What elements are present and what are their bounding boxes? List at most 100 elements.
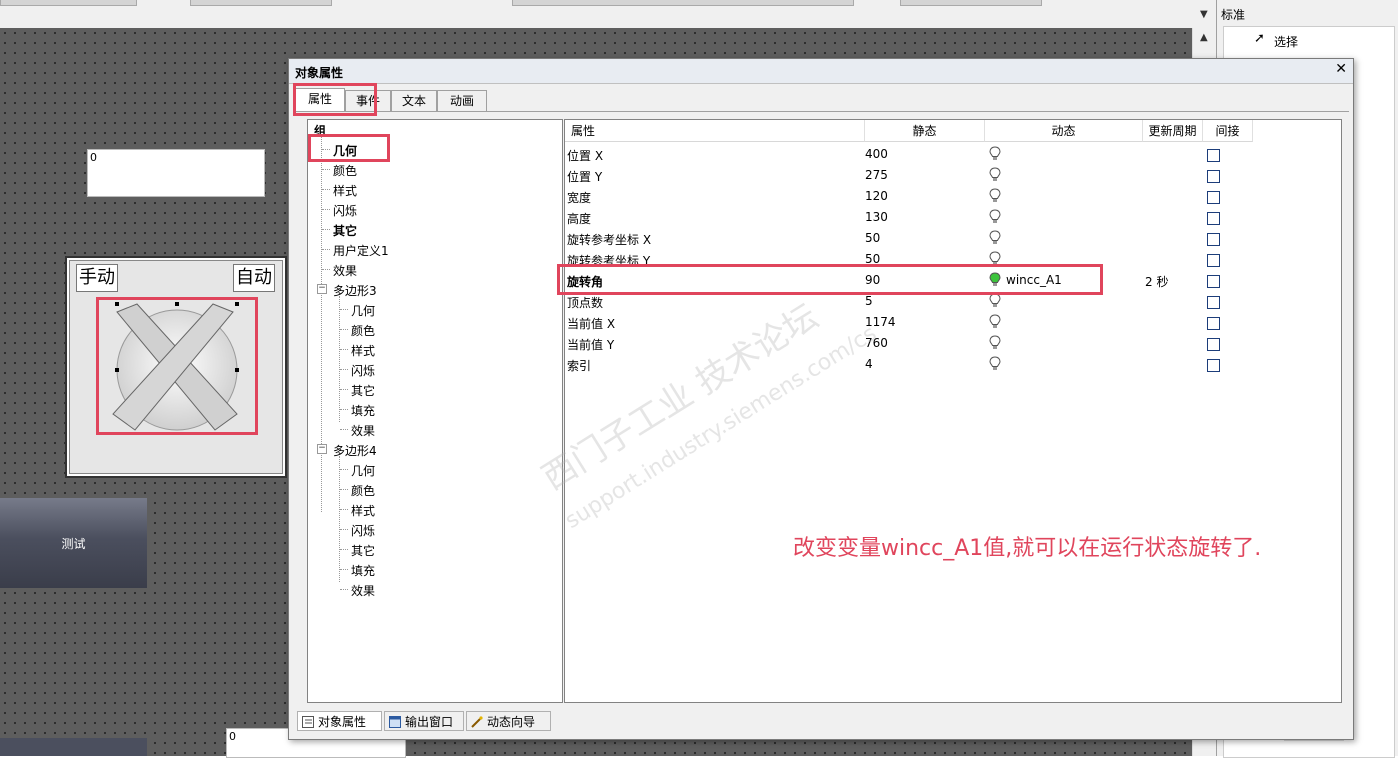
- indirect-checkbox[interactable]: [1207, 296, 1220, 309]
- tree-item-geometry[interactable]: 几何: [333, 142, 357, 159]
- tree-item-p4-style[interactable]: 样式: [351, 502, 375, 519]
- property-name[interactable]: 位置 X: [567, 147, 603, 164]
- static-value[interactable]: 50: [865, 252, 880, 266]
- property-name[interactable]: 索引: [567, 357, 591, 374]
- bulb-active-icon[interactable]: [989, 272, 1001, 288]
- tree-item-p3-geometry[interactable]: 几何: [351, 302, 375, 319]
- tree-item-p4-fill[interactable]: 填充: [351, 562, 375, 579]
- indirect-checkbox[interactable]: [1207, 191, 1220, 204]
- tree-item-p3-misc[interactable]: 其它: [351, 382, 375, 399]
- tree-item-p3-flash[interactable]: 闪烁: [351, 362, 375, 379]
- col-header-property[interactable]: 属性: [565, 120, 865, 142]
- tree-item-color[interactable]: 颜色: [333, 162, 357, 179]
- tree-item-p4-effects[interactable]: 效果: [351, 582, 375, 599]
- static-value[interactable]: 760: [865, 336, 888, 350]
- static-value[interactable]: 275: [865, 168, 888, 182]
- tree-item-p4-geometry[interactable]: 几何: [351, 462, 375, 479]
- static-value[interactable]: 120: [865, 189, 888, 203]
- static-value[interactable]: 90: [865, 273, 880, 287]
- tree-item-misc[interactable]: 其它: [333, 222, 357, 239]
- bulb-icon[interactable]: [989, 146, 1001, 162]
- tab-dynamic-wizard[interactable]: 动态向导: [466, 711, 551, 731]
- tree-item-p3-color[interactable]: 颜色: [351, 322, 375, 339]
- scroll-up-icon[interactable]: ▲: [1200, 32, 1208, 43]
- dropdown-arrow-icon[interactable]: ▼: [1200, 9, 1208, 20]
- tab-object-properties[interactable]: 对象属性: [297, 711, 382, 731]
- test-button[interactable]: 测试: [0, 498, 147, 588]
- indirect-checkbox[interactable]: [1207, 338, 1220, 351]
- indirect-checkbox[interactable]: [1207, 275, 1220, 288]
- static-value[interactable]: 5: [865, 294, 873, 308]
- update-cycle[interactable]: 2 秒: [1145, 273, 1168, 290]
- static-value[interactable]: 1174: [865, 315, 896, 329]
- static-value[interactable]: 400: [865, 147, 888, 161]
- property-name[interactable]: 宽度: [567, 189, 591, 206]
- bulb-icon[interactable]: [989, 230, 1001, 246]
- io-field-top[interactable]: 0: [87, 149, 265, 197]
- tree-item-style[interactable]: 样式: [333, 182, 357, 199]
- property-grid[interactable]: 属性 静态 动态 更新周期 间接 位置 X 400 位置 Y 275 宽度 120 高度 13…: [557, 119, 1342, 703]
- bulb-icon[interactable]: [989, 188, 1001, 204]
- top-tab-2[interactable]: [190, 0, 332, 6]
- indirect-checkbox[interactable]: [1207, 317, 1220, 330]
- static-value[interactable]: 130: [865, 210, 888, 224]
- tree-item-flash[interactable]: 闪烁: [333, 202, 357, 219]
- property-name[interactable]: 顶点数: [567, 294, 603, 311]
- tree-item-p4-color[interactable]: 颜色: [351, 482, 375, 499]
- tab-dynamic-wizard-label: 动态向导: [487, 715, 536, 729]
- property-name[interactable]: 高度: [567, 210, 591, 227]
- bottom-button[interactable]: [0, 738, 147, 756]
- tab-output-window[interactable]: 输出窗口: [384, 711, 464, 731]
- dynamic-tag[interactable]: wincc_A1: [1006, 273, 1062, 287]
- static-value[interactable]: 4: [865, 357, 873, 371]
- col-header-static[interactable]: 静态: [865, 120, 985, 142]
- indirect-checkbox[interactable]: [1207, 254, 1220, 267]
- valve-symbol-group[interactable]: 手动 自动: [65, 256, 287, 478]
- indirect-checkbox[interactable]: [1207, 233, 1220, 246]
- bulb-icon[interactable]: [989, 314, 1001, 330]
- bulb-icon[interactable]: [989, 251, 1001, 267]
- close-icon[interactable]: ✕: [1335, 61, 1347, 77]
- tree-root-group[interactable]: 组: [314, 122, 326, 139]
- dialog-titlebar[interactable]: 对象属性 ✕: [289, 59, 1353, 84]
- expand-polygon3-icon[interactable]: −: [317, 284, 327, 294]
- object-properties-dialog[interactable]: 对象属性 ✕ 属性 事件 文本 动画 组 几何 颜色 样式 闪烁 其它 用户定义…: [288, 58, 1354, 740]
- property-name[interactable]: 旋转参考坐标 X: [567, 231, 651, 248]
- bulb-icon[interactable]: [989, 335, 1001, 351]
- property-name[interactable]: 当前值 X: [567, 315, 615, 332]
- col-header-indirect[interactable]: 间接: [1203, 120, 1253, 142]
- indirect-checkbox[interactable]: [1207, 359, 1220, 372]
- bulb-icon[interactable]: [989, 209, 1001, 225]
- tree-item-p3-fill[interactable]: 填充: [351, 402, 375, 419]
- property-name[interactable]: 位置 Y: [567, 168, 602, 185]
- tab-properties[interactable]: 属性: [295, 88, 345, 111]
- property-name[interactable]: 当前值 Y: [567, 336, 614, 353]
- col-header-update-cycle[interactable]: 更新周期: [1143, 120, 1203, 142]
- tree-item-p4-flash[interactable]: 闪烁: [351, 522, 375, 539]
- tree-item-effects[interactable]: 效果: [333, 262, 357, 279]
- col-header-dynamic[interactable]: 动态: [985, 120, 1143, 142]
- tree-item-p3-style[interactable]: 样式: [351, 342, 375, 359]
- top-tab-3[interactable]: [512, 0, 854, 6]
- static-value[interactable]: 50: [865, 231, 880, 245]
- bulb-icon[interactable]: [989, 356, 1001, 372]
- expand-polygon4-icon[interactable]: −: [317, 444, 327, 454]
- tab-events[interactable]: 事件: [345, 90, 391, 111]
- property-tree[interactable]: 组 几何 颜色 样式 闪烁 其它 用户定义1 效果 − 多边形3 几何 颜色 样…: [307, 119, 563, 703]
- bulb-icon[interactable]: [989, 293, 1001, 309]
- indirect-checkbox[interactable]: [1207, 149, 1220, 162]
- indirect-checkbox[interactable]: [1207, 212, 1220, 225]
- tree-item-user-defined[interactable]: 用户定义1: [333, 242, 389, 259]
- tree-item-p3-effects[interactable]: 效果: [351, 422, 375, 439]
- bulb-icon[interactable]: [989, 167, 1001, 183]
- indirect-checkbox[interactable]: [1207, 170, 1220, 183]
- tree-item-p4-misc[interactable]: 其它: [351, 542, 375, 559]
- rotating-cross-graphic[interactable]: [97, 298, 257, 438]
- top-tab-4[interactable]: [900, 0, 1042, 6]
- top-tab-1[interactable]: [0, 0, 137, 6]
- tab-text[interactable]: 文本: [391, 90, 437, 111]
- tab-animation[interactable]: 动画: [437, 90, 487, 111]
- palette-item-select[interactable]: 选择: [1274, 33, 1298, 50]
- property-name[interactable]: 旋转角: [567, 273, 603, 290]
- property-name[interactable]: 旋转参考坐标 Y: [567, 252, 650, 269]
